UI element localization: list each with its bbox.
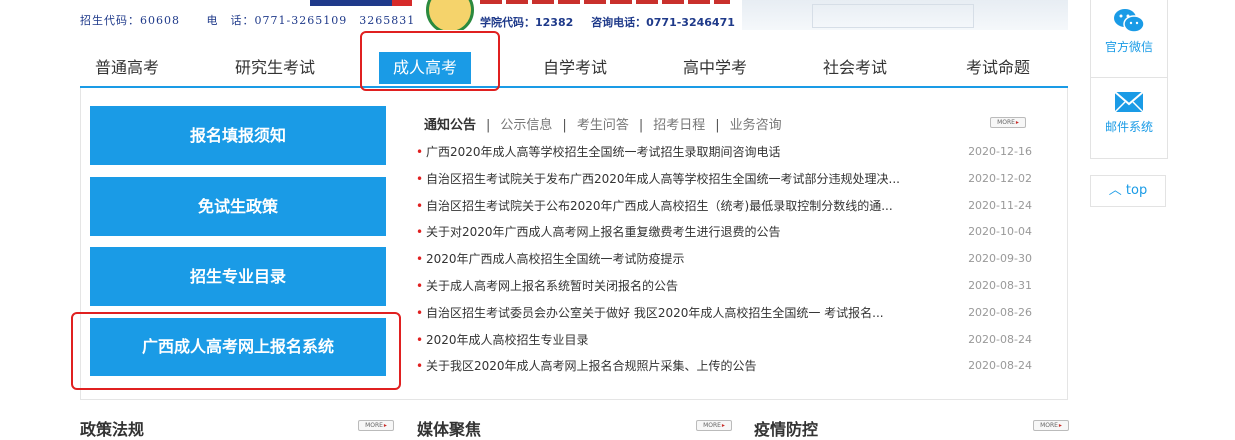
notice-link[interactable]: 关于对2020年广西成人高考网上报名重复缴费考生进行退费的公告 <box>426 222 926 242</box>
bullet-icon: • <box>416 359 424 374</box>
tab-exam-schedule[interactable]: 招考日程 <box>653 118 705 133</box>
list-item: • 自治区招生考试院关于公布2020年广西成人高校招生（统考)最低录取控制分数线的… <box>416 196 1032 223</box>
policy-more-button[interactable]: MORE <box>358 420 394 431</box>
list-item: • 自治区招生考试院关于发布广西2020年成人高等学校招生全国统一考试部分违规处理… <box>416 169 1032 196</box>
list-item: • 关于对2020年广西成人高考网上报名重复缴费考生进行退费的公告 2020-10-… <box>416 222 1032 249</box>
notice-date: 2020-09-30 <box>968 252 1032 266</box>
bullet-icon: • <box>416 198 424 213</box>
policy-regulations-title: 政策法规 <box>80 420 145 439</box>
notices-more-button[interactable]: MORE <box>990 117 1026 128</box>
tab-business-consult[interactable]: 业务咨询 <box>730 118 782 133</box>
college-title-graphic <box>480 0 730 4</box>
mail-icon <box>1114 91 1144 113</box>
wechat-link[interactable]: 官方微信 <box>1091 8 1167 55</box>
top-label: top <box>1125 183 1148 198</box>
list-item: • 自治区招生考试委员会办公室关于做好 我区2020年成人高校招生全国统一 考试报… <box>416 303 1032 330</box>
tab-graduate-exam[interactable]: 研究生考试 <box>220 48 330 88</box>
notice-link[interactable]: 2020年成人高校招生专业目录 <box>426 330 926 350</box>
media-more-button[interactable]: MORE <box>696 420 732 431</box>
tab-candidate-qa[interactable]: 考生问答 <box>577 118 629 133</box>
exemption-policy-button[interactable]: 免试生政策 <box>90 177 386 236</box>
college-info: 学院代码：12382 咨询电话：0771-3246471 <box>480 14 749 30</box>
tab-self-study-exam[interactable]: 自学考试 <box>520 48 630 88</box>
bullet-icon: • <box>416 278 424 293</box>
notice-link[interactable]: 自治区招生考试委员会办公室关于做好 我区2020年成人高校招生全国统一 考试报名… <box>426 303 926 323</box>
notice-link[interactable]: 2020年广西成人高校招生全国统一考试防疫提示 <box>426 249 926 269</box>
exam-category-nav: 普通高考 研究生考试 成人高考 自学考试 高中学考 社会考试 考试命题 <box>80 48 1068 88</box>
banner-decoration-red <box>392 0 412 6</box>
bullet-icon: • <box>416 171 424 186</box>
wechat-label: 官方微信 <box>1104 40 1153 54</box>
tab-exam-proposition[interactable]: 考试命题 <box>940 48 1056 88</box>
divider <box>1091 77 1167 78</box>
list-item: • 关于成人高考网上报名系统暂时关闭报名的公告 2020-08-31 <box>416 276 1032 303</box>
notice-link[interactable]: 自治区招生考试院关于公布2020年广西成人高校招生（统考)最低录取控制分数线的通… <box>426 196 926 216</box>
notice-tabs: 通知公告 | 公示信息 | 考生问答 | 招考日程 | 业务咨询 <box>424 114 782 133</box>
list-item: • 2020年广西成人高校招生全国统一考试防疫提示 2020-09-30 <box>416 249 1032 276</box>
tab-label: 普通高考 <box>94 58 159 77</box>
tab-regular-gaokao[interactable]: 普通高考 <box>80 48 174 88</box>
tab-separator: | <box>486 118 491 133</box>
media-focus-title: 媒体聚焦 <box>417 420 482 439</box>
tab-label: 自学考试 <box>542 58 607 77</box>
list-item: • 关于我区2020年成人高考网上报名合规照片采集、上传的公告 2020-08-24 <box>416 356 1032 383</box>
college-phone: 咨询电话：0771-3246471 <box>591 16 735 29</box>
header-banner: 招生代码：60608 电 话：0771-3265109 3265831 学院代码… <box>80 0 1068 30</box>
bullet-icon: • <box>416 225 424 240</box>
notice-date: 2020-11-24 <box>968 198 1032 212</box>
epidemic-more-button[interactable]: MORE <box>1033 420 1069 431</box>
notice-date: 2020-10-04 <box>968 225 1032 239</box>
epidemic-control-title: 疫情防控 <box>754 420 819 439</box>
notice-date: 2020-08-26 <box>968 305 1032 319</box>
registration-notice-button[interactable]: 报名填报须知 <box>90 106 386 165</box>
bullet-icon: • <box>416 332 424 347</box>
tab-separator: | <box>638 118 644 133</box>
tab-public-info[interactable]: 公示信息 <box>500 118 552 133</box>
list-item: • 2020年成人高校招生专业目录 2020-08-24 <box>416 330 1032 357</box>
notice-link[interactable]: 自治区招生考试院关于发布广西2020年成人高等学校招生全国统一考试部分违规处理决… <box>426 169 926 189</box>
back-to-top-button[interactable]: ︿ top <box>1090 175 1166 207</box>
wechat-icon <box>1114 9 1145 33</box>
admission-code: 招生代码：60608 <box>80 14 180 27</box>
tab-high-school-exam[interactable]: 高中学考 <box>660 48 770 88</box>
college-code: 学院代码：12382 <box>480 16 574 29</box>
mail-system-link[interactable]: 邮件系统 <box>1091 90 1167 135</box>
tab-separator: | <box>715 118 720 133</box>
notice-list: • 广西2020年成人高等学校招生全国统一考试招生录取期间咨询电话 2020-12-… <box>416 142 1032 383</box>
notice-link[interactable]: 广西2020年成人高等学校招生全国统一考试招生录取期间咨询电话 <box>426 142 926 162</box>
banner-photo <box>742 0 1068 30</box>
tab-label: 研究生考试 <box>234 58 315 77</box>
notice-link[interactable]: 关于我区2020年成人高考网上报名合规照片采集、上传的公告 <box>426 356 926 376</box>
notice-link[interactable]: 关于成人高考网上报名系统暂时关闭报名的公告 <box>426 276 926 296</box>
notice-date: 2020-12-02 <box>968 171 1032 185</box>
bullet-icon: • <box>416 305 424 320</box>
mail-label: 邮件系统 <box>1104 120 1153 134</box>
bullet-icon: • <box>416 145 424 159</box>
tab-label: 考试命题 <box>965 58 1030 77</box>
tab-separator: | <box>562 118 567 133</box>
notice-date: 2020-12-16 <box>968 145 1032 158</box>
major-catalog-button[interactable]: 招生专业目录 <box>90 247 386 306</box>
tab-label: 社会考试 <box>822 58 887 77</box>
tab-social-exam[interactable]: 社会考试 <box>800 48 910 88</box>
tab-label: 高中学考 <box>682 58 747 77</box>
list-item: • 广西2020年成人高等学校招生全国统一考试招生录取期间咨询电话 2020-12-… <box>416 142 1032 169</box>
notice-date: 2020-08-24 <box>968 359 1032 373</box>
college-logo <box>426 0 474 30</box>
highlight-registration-system <box>71 312 401 390</box>
floating-contact-panel: 官方微信 邮件系统 <box>1090 0 1168 159</box>
admission-phone: 电 话：0771-3265109 3265831 <box>206 14 416 27</box>
highlight-adult-gaokao-tab <box>360 31 500 91</box>
tab-announcements[interactable]: 通知公告 <box>424 118 476 133</box>
admission-info: 招生代码：60608 电 话：0771-3265109 3265831 <box>80 12 437 28</box>
bullet-icon: • <box>416 252 424 267</box>
notice-date: 2020-08-31 <box>968 278 1032 292</box>
chevron-up-icon: ︿ <box>1108 183 1122 198</box>
notice-date: 2020-08-24 <box>968 332 1032 346</box>
